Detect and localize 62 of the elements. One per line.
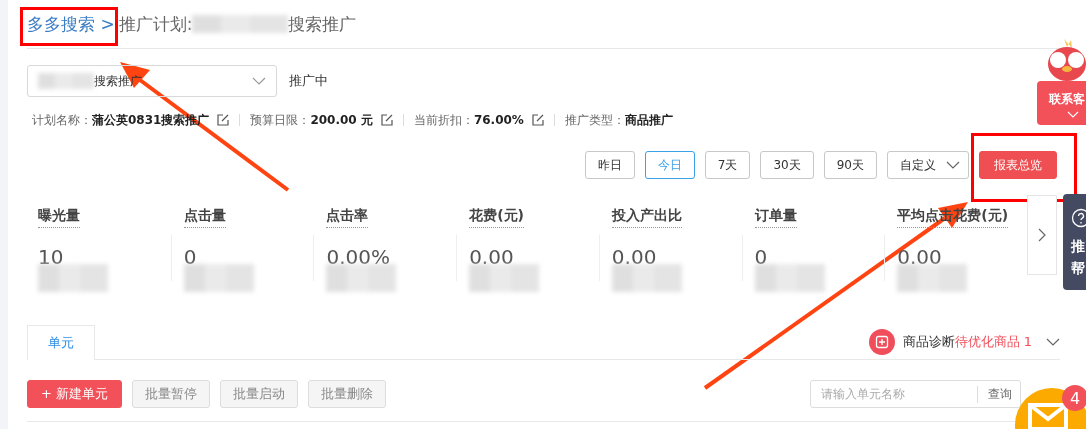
metric-label: 花费(元) bbox=[469, 207, 524, 228]
diagnosis-icon bbox=[868, 329, 895, 355]
search-button[interactable]: 查询 bbox=[977, 385, 1012, 403]
chevron-down-icon bbox=[252, 77, 266, 85]
chevron-down-icon bbox=[1046, 338, 1060, 346]
date-range-button[interactable]: 7天 bbox=[704, 151, 751, 179]
blurred-patch bbox=[326, 264, 397, 292]
diagnosis-text[interactable]: 商品诊断待优化商品 1 bbox=[902, 333, 1032, 351]
metric-value: 0 bbox=[754, 246, 769, 268]
chevron-right-icon bbox=[1038, 228, 1046, 242]
metric-value: 0.00 bbox=[611, 246, 658, 268]
report-button[interactable]: 报表总览 bbox=[979, 151, 1057, 179]
help-text: 帮 bbox=[1071, 260, 1086, 278]
info-label: 预算日限： bbox=[250, 111, 311, 129]
tab[interactable]: 单元 bbox=[27, 325, 95, 360]
date-range-button[interactable]: 昨日 bbox=[584, 151, 635, 179]
info-label: 推广类型： bbox=[564, 111, 625, 129]
blurred-patch bbox=[469, 264, 540, 292]
batch-button[interactable]: 批量删除 bbox=[308, 380, 387, 408]
metric-value: 0.00% bbox=[326, 246, 391, 268]
status-text: 推广中 bbox=[289, 72, 328, 90]
search-field[interactable]: 请输入单元名称 查询 bbox=[810, 380, 1021, 408]
blurred-patch bbox=[183, 264, 254, 292]
metric-value: 0.00 bbox=[469, 246, 515, 268]
notification-badge: 4 bbox=[1062, 385, 1086, 411]
contact-service-button[interactable]: 联系客 bbox=[1037, 81, 1086, 125]
blurred-patch bbox=[754, 264, 825, 292]
info-label: 当前折扣： bbox=[413, 111, 474, 129]
metric-value: 0.00 bbox=[897, 246, 943, 268]
metric-value: 0 bbox=[183, 246, 198, 268]
info-value: 200.00 元 bbox=[310, 111, 373, 129]
help-panel[interactable]: 推 帮 bbox=[1063, 194, 1086, 290]
blurred-patch bbox=[38, 73, 94, 89]
metric-label: 点击率 bbox=[326, 207, 369, 228]
chevron-down-icon bbox=[1067, 111, 1079, 118]
chevron-down-icon bbox=[946, 161, 960, 169]
breadcrumb-text: 搜索推广 bbox=[288, 12, 357, 36]
date-range-button[interactable]: 30天 bbox=[760, 151, 814, 179]
metric-label: 投入产出比 bbox=[611, 207, 682, 228]
edit-icon[interactable] bbox=[380, 114, 393, 126]
batch-button[interactable]: 批量启动 bbox=[220, 380, 299, 408]
metric-label: 点击量 bbox=[183, 207, 226, 228]
blurred-patch bbox=[38, 264, 108, 292]
blurred-patch bbox=[897, 264, 968, 292]
new-unit-button[interactable]: + 新建单元 bbox=[27, 380, 123, 408]
breadcrumb-text: 推广计划: bbox=[118, 12, 193, 36]
info-label: 计划名称： bbox=[32, 111, 92, 129]
info-value: 76.00% bbox=[473, 113, 524, 127]
metric-label: 订单量 bbox=[754, 207, 797, 228]
edit-icon[interactable] bbox=[217, 114, 230, 126]
info-value: 商品推广 bbox=[624, 111, 673, 129]
date-range-button[interactable]: 90天 bbox=[823, 151, 877, 179]
help-text: 推 bbox=[1071, 238, 1086, 256]
metric-value: 10 bbox=[38, 246, 65, 268]
breadcrumb-link[interactable]: 多多搜索 > bbox=[27, 12, 115, 36]
edit-icon[interactable] bbox=[531, 114, 544, 126]
help-icon bbox=[1071, 208, 1086, 228]
blurred-patch bbox=[611, 264, 682, 292]
custom-range-dropdown[interactable]: 自定义 bbox=[887, 151, 969, 179]
batch-button[interactable]: 批量暂停 bbox=[132, 380, 211, 408]
plan-dropdown[interactable]: 搜索推广 bbox=[27, 65, 277, 97]
metric-label: 曝光量 bbox=[38, 207, 80, 228]
